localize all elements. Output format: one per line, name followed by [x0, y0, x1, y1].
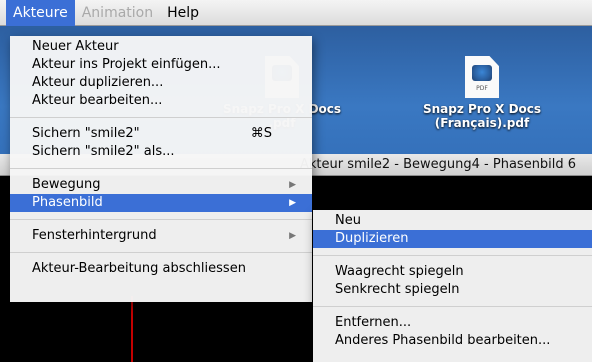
menu-item-label: Sichern "smile2": [32, 126, 140, 141]
menu-item-sichern-als[interactable]: Sichern "smile2" als...: [10, 143, 312, 161]
menu-item-akteur-bearbeiten[interactable]: Akteur bearbeiten...: [10, 92, 312, 110]
menu-item-phasenbild[interactable]: Phasenbild ▶: [10, 194, 312, 212]
menu-separator: [313, 255, 592, 256]
phasenbild-submenu: Neu Duplizieren Waagrecht spiegeln Senkr…: [313, 210, 592, 362]
menu-separator: [10, 252, 312, 253]
akteure-menu: Neuer Akteur Akteur ins Projekt einfügen…: [10, 36, 312, 302]
menu-akteure[interactable]: Akteure: [6, 0, 75, 26]
submenu-arrow-icon: ▶: [289, 180, 296, 190]
window-title: Akteur smile2 - Bewegung4 - Phasenbild 6: [300, 157, 577, 172]
menu-item-neuer-akteur[interactable]: Neuer Akteur: [10, 38, 312, 56]
desktop-file-snapz-docs-fr[interactable]: PDF Snapz Pro X Docs (Français).pdf: [412, 56, 552, 130]
submenu-item-duplizieren[interactable]: Duplizieren: [313, 230, 592, 248]
file-name-line2: (Français).pdf: [434, 116, 530, 130]
menu-separator: [10, 168, 312, 169]
submenu-item-neu[interactable]: Neu: [313, 212, 592, 230]
submenu-arrow-icon: ▶: [289, 231, 296, 241]
menu-item-bearbeitung-abschliessen[interactable]: Akteur-Bearbeitung abschliessen: [10, 260, 312, 278]
canvas-red-line: [131, 296, 133, 362]
menu-separator: [10, 117, 312, 118]
menu-separator: [10, 219, 312, 220]
menu-item-label: Phasenbild: [32, 195, 103, 210]
shortcut-cmd-s: ⌘S: [250, 126, 272, 141]
menu-separator: [313, 306, 592, 307]
menu-animation[interactable]: Animation: [75, 0, 160, 26]
menu-item-akteur-duplizieren[interactable]: Akteur duplizieren...: [10, 74, 312, 92]
menu-item-bewegung[interactable]: Bewegung ▶: [10, 176, 312, 194]
menu-item-fensterhintergrund[interactable]: Fensterhintergrund ▶: [10, 227, 312, 245]
submenu-item-waagrecht-spiegeln[interactable]: Waagrecht spiegeln: [313, 263, 592, 281]
menu-item-sichern[interactable]: Sichern "smile2" ⌘S: [10, 125, 312, 143]
submenu-item-senkrecht-spiegeln[interactable]: Senkrecht spiegeln: [313, 281, 592, 299]
submenu-item-entfernen[interactable]: Entfernen...: [313, 314, 592, 332]
menu-help[interactable]: Help: [160, 0, 206, 26]
pdf-file-icon: PDF: [465, 56, 499, 98]
file-name-line1: Snapz Pro X Docs: [422, 102, 542, 116]
menu-item-akteur-einfuegen[interactable]: Akteur ins Projekt einfügen...: [10, 56, 312, 74]
menu-item-label: Fensterhintergrund: [32, 228, 157, 243]
submenu-item-anderes-phasenbild[interactable]: Anderes Phasenbild bearbeiten...: [313, 332, 592, 350]
pdf-icon-label: PDF: [476, 85, 488, 92]
menu-item-label: Bewegung: [32, 177, 101, 192]
menu-bar: Akteure Animation Help: [0, 0, 592, 26]
submenu-arrow-icon: ▶: [289, 198, 296, 208]
